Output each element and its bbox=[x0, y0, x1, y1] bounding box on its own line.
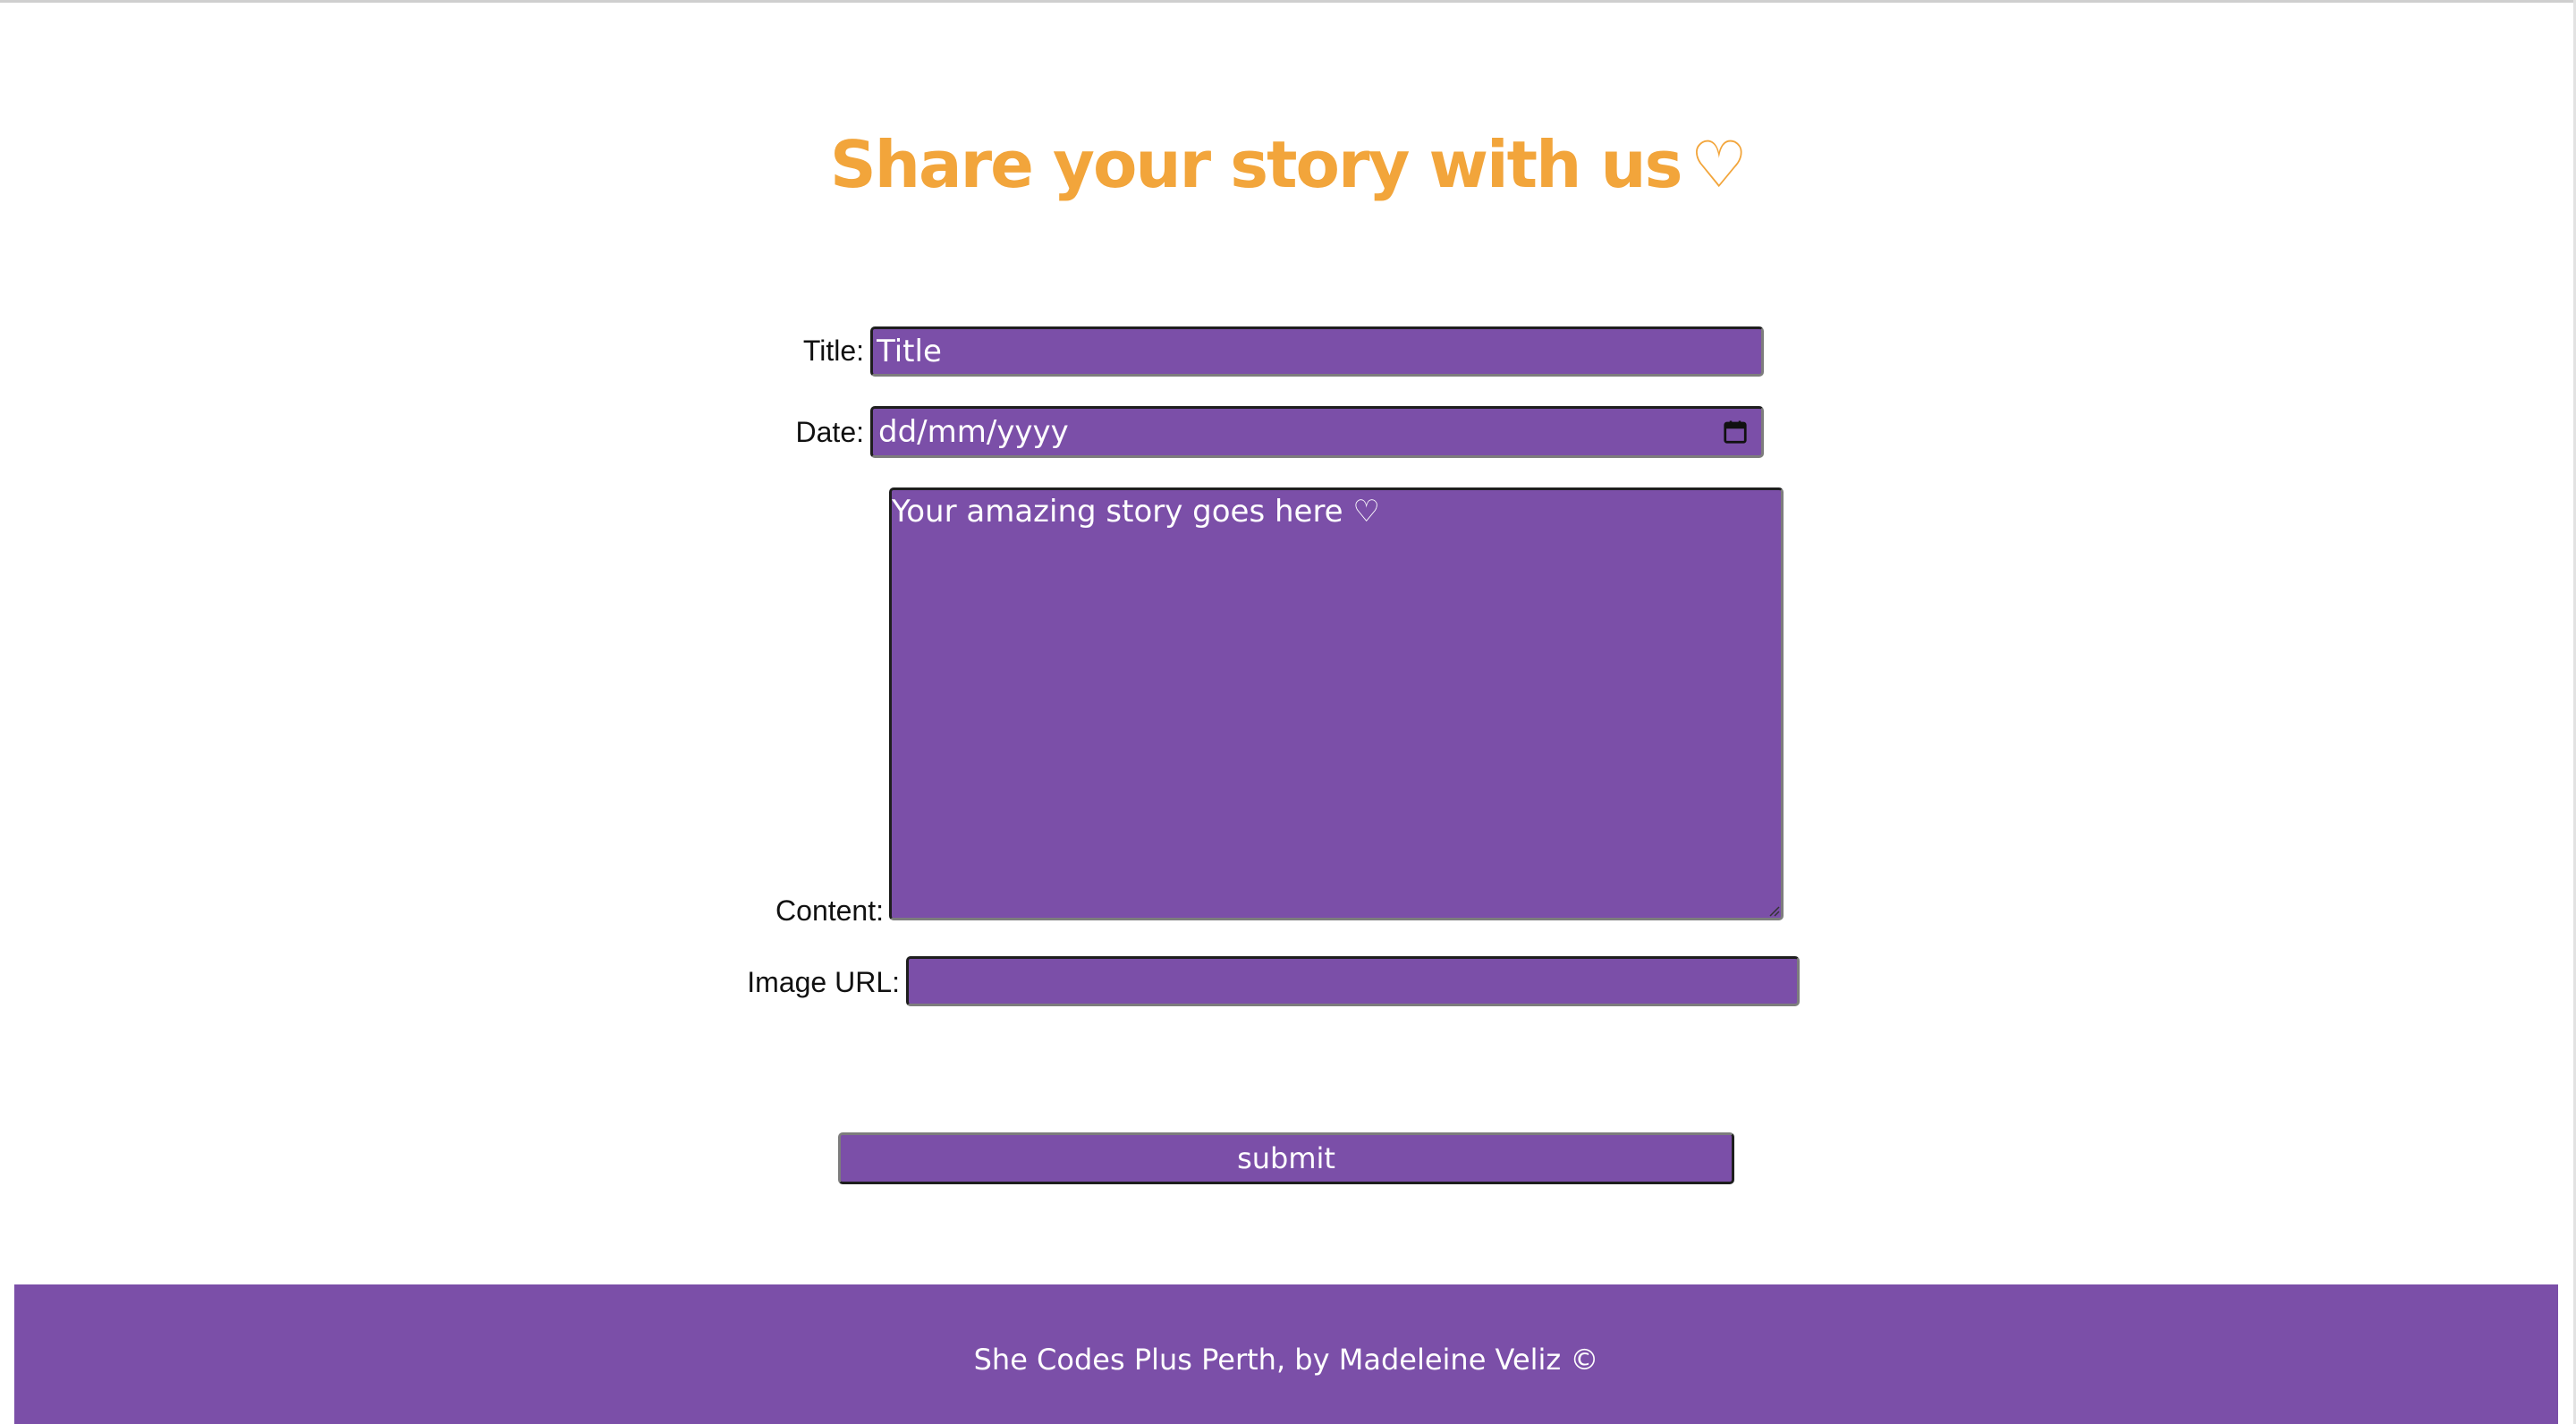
heart-icon: ♡ bbox=[1690, 127, 1749, 202]
resize-grip-icon[interactable] bbox=[1767, 904, 1780, 917]
footer: She Codes Plus Perth, by Madeleine Veliz… bbox=[14, 1284, 2558, 1424]
page-title-text: Share your story with us bbox=[829, 127, 1683, 202]
image-url-input[interactable] bbox=[906, 956, 1800, 1006]
date-input[interactable]: dd/mm/yyyy bbox=[870, 406, 1764, 458]
title-input[interactable] bbox=[870, 326, 1764, 377]
content-label: Content: bbox=[775, 894, 884, 927]
footer-text: She Codes Plus Perth, by Madeleine Veliz… bbox=[973, 1343, 1599, 1377]
date-label: Date: bbox=[795, 416, 864, 448]
content-textarea[interactable] bbox=[889, 487, 1784, 920]
submit-button[interactable]: submit bbox=[838, 1132, 1734, 1184]
calendar-icon[interactable] bbox=[1722, 419, 1749, 445]
title-label: Title: bbox=[802, 335, 864, 367]
page-title: Share your story with us ♡ bbox=[0, 114, 2576, 215]
date-placeholder: dd/mm/yyyy bbox=[878, 414, 1069, 450]
window-top-border bbox=[0, 0, 2576, 3]
image-url-label: Image URL: bbox=[747, 966, 900, 998]
